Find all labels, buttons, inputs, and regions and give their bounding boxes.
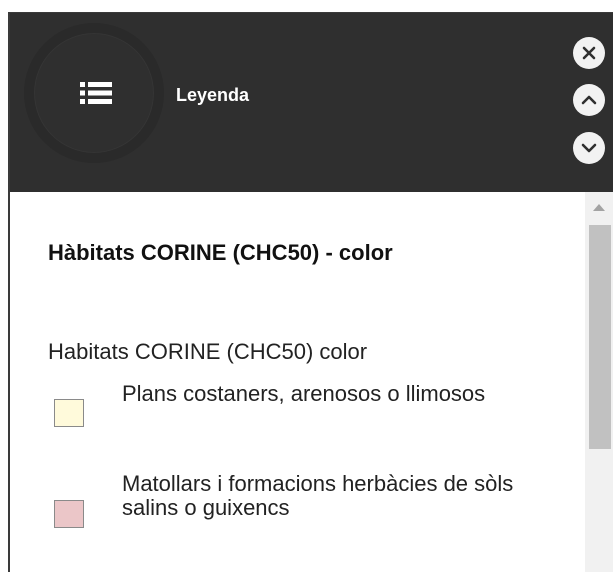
- legend-panel: Leyenda Hàbitats CORINE (CHC50) - color …: [8, 12, 613, 572]
- panel-header: Leyenda: [10, 13, 613, 192]
- layer-title: Hàbitats CORINE (CHC50) - color: [48, 240, 393, 265]
- legend-swatch: [54, 399, 84, 427]
- close-icon: [582, 46, 596, 60]
- legend-content: Hàbitats CORINE (CHC50) - color Habitats…: [10, 192, 585, 572]
- chevron-down-icon: [581, 143, 597, 153]
- scrollbar[interactable]: [585, 192, 613, 572]
- legend-item-label: Matollars i formacions herbàcies de sòls…: [122, 471, 514, 520]
- chevron-up-icon: [581, 95, 597, 105]
- panel-title: Leyenda: [176, 85, 250, 105]
- move-up-button[interactable]: [573, 84, 605, 116]
- legend-item-label: Plans costaners, arenosos o llimosos: [122, 381, 486, 406]
- close-button[interactable]: [573, 37, 605, 69]
- scroll-up-arrow-icon[interactable]: [593, 204, 605, 211]
- list-icon: [80, 82, 112, 104]
- move-down-button[interactable]: [573, 132, 605, 164]
- layer-subtitle: Habitats CORINE (CHC50) color: [48, 339, 368, 364]
- scrollbar-thumb[interactable]: [589, 225, 611, 449]
- legend-swatch: [54, 500, 84, 528]
